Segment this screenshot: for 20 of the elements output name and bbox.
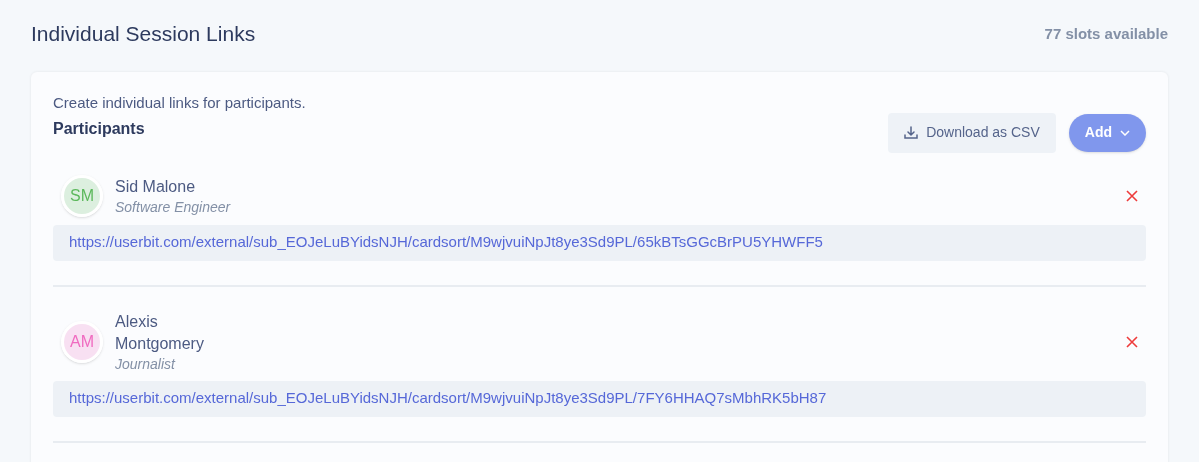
participant-role: Software Engineer	[115, 197, 231, 216]
remove-button[interactable]	[1124, 333, 1140, 350]
card-description: Create individual links for participants.	[53, 93, 307, 113]
link-field[interactable]: https://userbit.com/external/sub_EOJeLuBYidsNJH/cardsort/M9wjvuiNpJt8ye3Sd9PL/65kBTsGGcBrPU5YHWFF5	[53, 224, 1146, 261]
page-title: Individual Session Links	[31, 21, 256, 48]
slots-available: 77 slots available	[1044, 23, 1168, 44]
section-heading: Participants	[53, 118, 145, 139]
chevron-down-icon	[1120, 129, 1130, 136]
participant-name: Alexis Montgomery	[115, 311, 205, 354]
close-icon	[1126, 335, 1138, 348]
avatar: AM	[61, 320, 103, 363]
download-csv-button[interactable]: Download as CSV	[888, 112, 1056, 153]
avatar: SM	[61, 174, 103, 217]
participant-name: Sid Malone	[115, 176, 197, 197]
remove-button[interactable]	[1124, 187, 1140, 204]
participant-role: Journalist	[115, 354, 177, 373]
close-icon	[1126, 189, 1138, 202]
add-button[interactable]: Add	[1068, 113, 1146, 152]
link-field[interactable]: https://userbit.com/external/sub_EOJeLuBYidsNJH/cardsort/M9wjvuiNpJt8ye3Sd9PL/7FY6HHAQ7sMbhRK5bH87	[53, 380, 1146, 417]
download-icon	[904, 125, 919, 140]
